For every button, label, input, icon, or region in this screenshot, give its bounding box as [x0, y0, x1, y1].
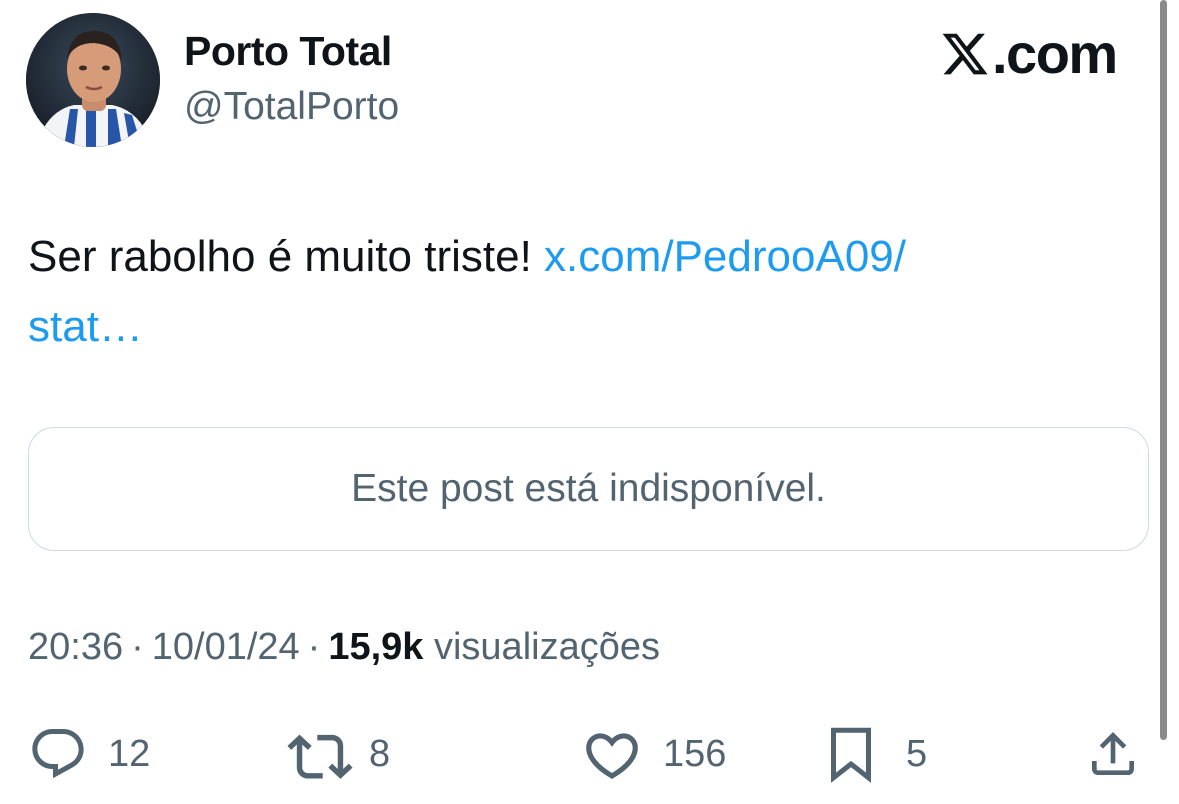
- meta-separator: ·: [131, 626, 144, 668]
- repost-count: 8: [369, 732, 391, 775]
- repost-icon: [287, 734, 353, 779]
- post-text: Ser rabolho é muito triste! x.com/Pedroo…: [28, 222, 1128, 362]
- quoted-post-unavailable: Este post está indisponível.: [28, 427, 1149, 551]
- brand-domain-text: .com: [992, 22, 1118, 85]
- like-count: 156: [663, 732, 727, 775]
- post-link-line-2: stat…: [28, 302, 143, 351]
- reply-count: 12: [108, 732, 151, 775]
- action-bar: 12 8 156 5: [0, 724, 1179, 784]
- display-name[interactable]: Porto Total: [184, 28, 392, 75]
- reply-button[interactable]: 12: [28, 724, 150, 784]
- share-button[interactable]: [1085, 724, 1141, 784]
- views-label: visualizações: [433, 626, 660, 668]
- post-date[interactable]: 10/01/24: [152, 626, 300, 668]
- tweet-screenshot: Porto Total @TotalPorto .com Ser rabolho…: [0, 0, 1179, 804]
- post-body: Ser rabolho é muito triste!: [28, 232, 545, 281]
- heart-icon: [586, 733, 638, 779]
- post-time[interactable]: 20:36: [28, 626, 123, 668]
- post-metadata: 20:36 · 10/01/24 · 15,9k visualizações: [28, 626, 660, 669]
- meta-separator: ·: [307, 626, 321, 668]
- share-icon: [1092, 732, 1134, 775]
- post-link-line-1: x.com/PedrooA09/: [544, 232, 906, 281]
- username-handle[interactable]: @TotalPorto: [184, 85, 399, 129]
- unavailable-message: Este post está indisponível.: [351, 467, 826, 510]
- scrollbar[interactable]: [1160, 0, 1167, 740]
- profile-photo: [26, 13, 160, 147]
- bookmark-count: 5: [906, 732, 928, 775]
- bookmark-icon: [831, 727, 871, 783]
- views-count: 15,9k: [328, 626, 424, 668]
- reply-icon: [32, 729, 84, 779]
- bookmark-button[interactable]: 5: [826, 724, 927, 784]
- x-logo-icon: [942, 33, 988, 75]
- x-brand-logo: .com: [940, 22, 1118, 85]
- avatar[interactable]: [26, 13, 160, 147]
- like-button[interactable]: 156: [581, 724, 726, 784]
- repost-button[interactable]: 8: [285, 724, 390, 784]
